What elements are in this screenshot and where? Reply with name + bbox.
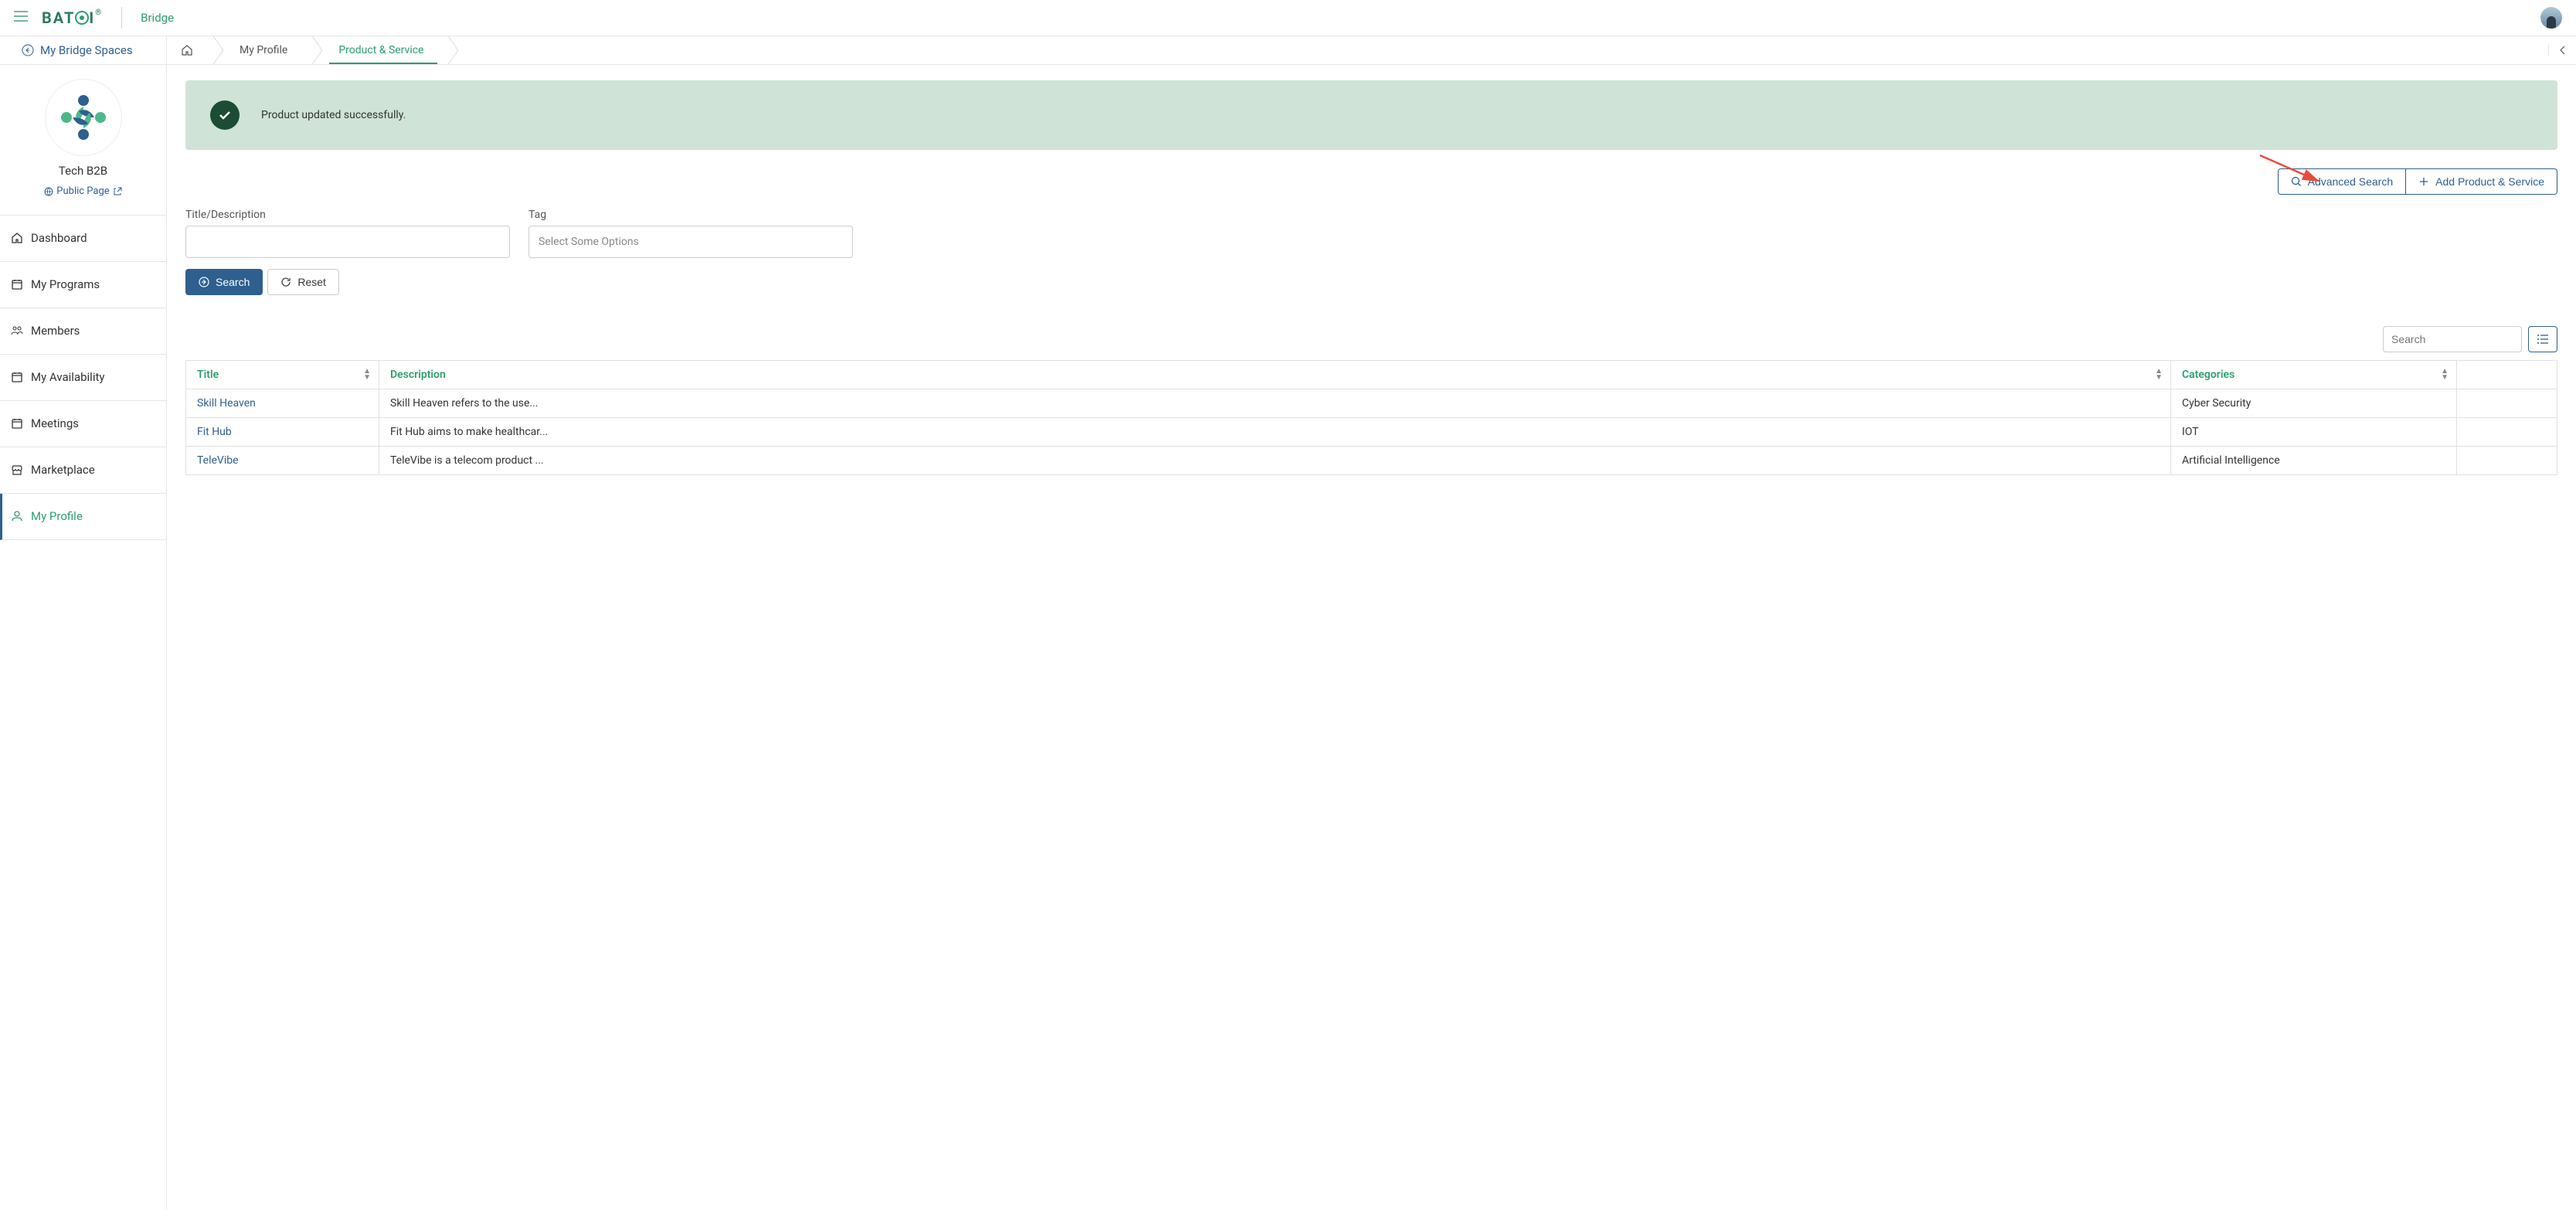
row-actions	[2457, 418, 2557, 447]
row-actions	[2457, 389, 2557, 418]
product-description: Fit Hub aims to make healthcar...	[379, 418, 2171, 447]
refresh-icon	[280, 277, 291, 287]
store-icon	[11, 464, 23, 476]
home-icon	[11, 232, 23, 244]
sidebar-item-my-availability[interactable]: My Availability	[0, 355, 166, 401]
product-description: TeleVibe is a telecom product ...	[379, 447, 2171, 475]
sort-icon[interactable]: ▲▼	[2441, 369, 2449, 381]
product-title-link[interactable]: Skill Heaven	[186, 389, 379, 418]
col-description[interactable]: Description▲▼	[379, 361, 2171, 389]
menu-icon[interactable]	[14, 11, 28, 25]
sidebar-item-my-programs[interactable]: My Programs	[0, 262, 166, 308]
sort-icon[interactable]: ▲▼	[363, 369, 371, 381]
back-my-bridge-spaces[interactable]: My Bridge Spaces	[0, 36, 167, 64]
product-categories: IOT	[2171, 418, 2457, 447]
arrow-right-circle-icon	[199, 277, 209, 287]
check-circle-icon	[210, 100, 240, 130]
tag-select[interactable]: Select Some Options	[528, 226, 853, 258]
products-table: Title▲▼ Description▲▼ Categories▲▼ Skill…	[185, 360, 2557, 475]
col-categories[interactable]: Categories▲▼	[2171, 361, 2457, 389]
list-icon	[2537, 334, 2549, 345]
product-categories: Cyber Security	[2171, 389, 2457, 418]
sidebar: Tech B2B Public Page Dashboard My Progra…	[0, 65, 167, 1210]
product-categories: Artificial Intelligence	[2171, 447, 2457, 475]
users-icon	[11, 325, 23, 337]
org-logo	[45, 79, 122, 156]
table-row: TeleVibe TeleVibe is a telecom product .…	[186, 447, 2557, 475]
sidebar-item-dashboard[interactable]: Dashboard	[0, 216, 166, 262]
advanced-search-button[interactable]: Advanced Search	[2278, 168, 2407, 195]
breadcrumb-my-profile[interactable]: My Profile	[221, 36, 306, 64]
public-page-link[interactable]: Public Page	[44, 185, 121, 197]
user-icon	[11, 510, 23, 522]
app-name[interactable]: Bridge	[141, 11, 174, 25]
sort-icon[interactable]: ▲▼	[2155, 369, 2163, 381]
breadcrumb-product-service[interactable]: Product & Service	[320, 36, 442, 64]
table-search-input[interactable]	[2383, 326, 2522, 352]
home-icon	[181, 44, 193, 56]
logo[interactable]: BATI®	[42, 8, 103, 27]
title-description-label: Title/Description	[185, 209, 510, 221]
title-description-input[interactable]	[185, 226, 510, 258]
user-avatar[interactable]	[2540, 7, 2562, 29]
row-actions	[2457, 447, 2557, 475]
sidebar-item-marketplace[interactable]: Marketplace	[0, 447, 166, 494]
external-link-icon	[113, 187, 122, 196]
reset-button[interactable]: Reset	[267, 269, 339, 295]
col-actions	[2457, 361, 2557, 389]
product-title-link[interactable]: Fit Hub	[186, 418, 379, 447]
sidebar-item-meetings[interactable]: Meetings	[0, 401, 166, 447]
plus-icon	[2418, 176, 2429, 187]
table-row: Skill Heaven Skill Heaven refers to the …	[186, 389, 2557, 418]
calendar-icon	[11, 417, 23, 430]
globe-icon	[44, 187, 53, 196]
main-content: Product updated successfully. Advanced S…	[167, 65, 2576, 1210]
collapse-breadcrumb-icon[interactable]	[2548, 45, 2576, 56]
success-alert: Product updated successfully.	[185, 80, 2557, 150]
org-block: Tech B2B Public Page	[0, 65, 166, 216]
product-description: Skill Heaven refers to the use...	[379, 389, 2171, 418]
sidebar-item-my-profile[interactable]: My Profile	[0, 494, 166, 540]
add-product-service-button[interactable]: Add Product & Service	[2406, 168, 2557, 195]
sidebar-item-members[interactable]: Members	[0, 308, 166, 355]
product-title-link[interactable]: TeleVibe	[186, 447, 379, 475]
calendar-icon	[11, 371, 23, 383]
table-row: Fit Hub Fit Hub aims to make healthcar..…	[186, 418, 2557, 447]
breadcrumb-home[interactable]	[167, 36, 207, 64]
col-title[interactable]: Title▲▼	[186, 361, 379, 389]
search-icon	[2291, 176, 2302, 187]
org-name: Tech B2B	[0, 164, 166, 178]
search-button[interactable]: Search	[185, 269, 263, 295]
alert-message: Product updated successfully.	[261, 109, 406, 121]
tag-label: Tag	[528, 209, 853, 221]
list-view-button[interactable]	[2528, 326, 2557, 352]
breadcrumb-bar: My Bridge Spaces My Profile Product & Se…	[0, 36, 2576, 65]
arrow-left-circle-icon	[22, 44, 34, 56]
top-header: BATI® Bridge	[0, 0, 2576, 36]
calendar-icon	[11, 278, 23, 291]
